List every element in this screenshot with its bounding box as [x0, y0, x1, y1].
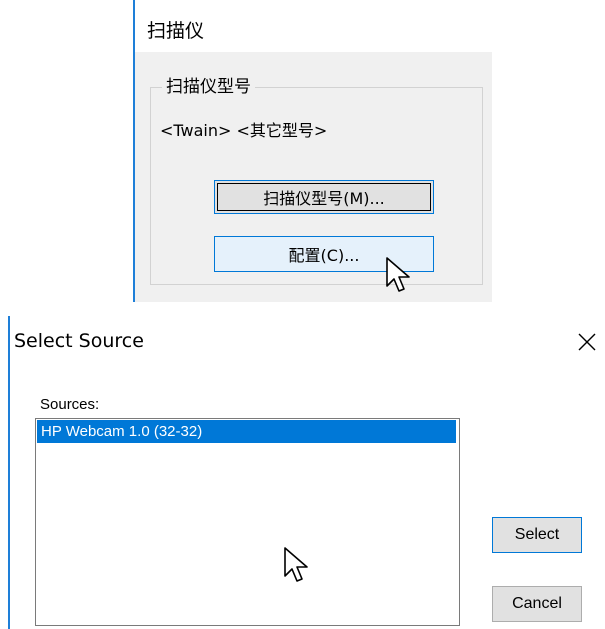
window-left-border	[133, 0, 135, 302]
sources-listbox[interactable]	[35, 418, 460, 626]
dialog-title: Select Source	[14, 330, 144, 352]
configure-button-label: 配置(C)...	[288, 246, 360, 265]
scanner-section-heading: 扫描仪	[147, 20, 205, 42]
scanner-model-value: <Twain> <其它型号>	[160, 121, 328, 140]
mouse-pointer-icon	[284, 547, 308, 582]
scanner-model-button[interactable]: 扫描仪型号(M)...	[214, 180, 434, 214]
select-button-label: Select	[514, 526, 560, 543]
select-button[interactable]: Select	[492, 517, 582, 553]
sources-label: Sources:	[40, 396, 100, 413]
scanner-model-group-title: 扫描仪型号	[162, 72, 255, 97]
cancel-button[interactable]: Cancel	[492, 586, 582, 622]
mouse-pointer-icon	[386, 257, 410, 292]
close-icon[interactable]	[576, 331, 598, 353]
cancel-button-label: Cancel	[512, 595, 562, 612]
dialog-left-border	[8, 316, 10, 629]
scanner-model-button-label: 扫描仪型号(M)...	[263, 189, 385, 208]
source-item-label: HP Webcam 1.0 (32-32)	[41, 423, 203, 440]
list-item[interactable]: HP Webcam 1.0 (32-32)	[37, 420, 456, 443]
